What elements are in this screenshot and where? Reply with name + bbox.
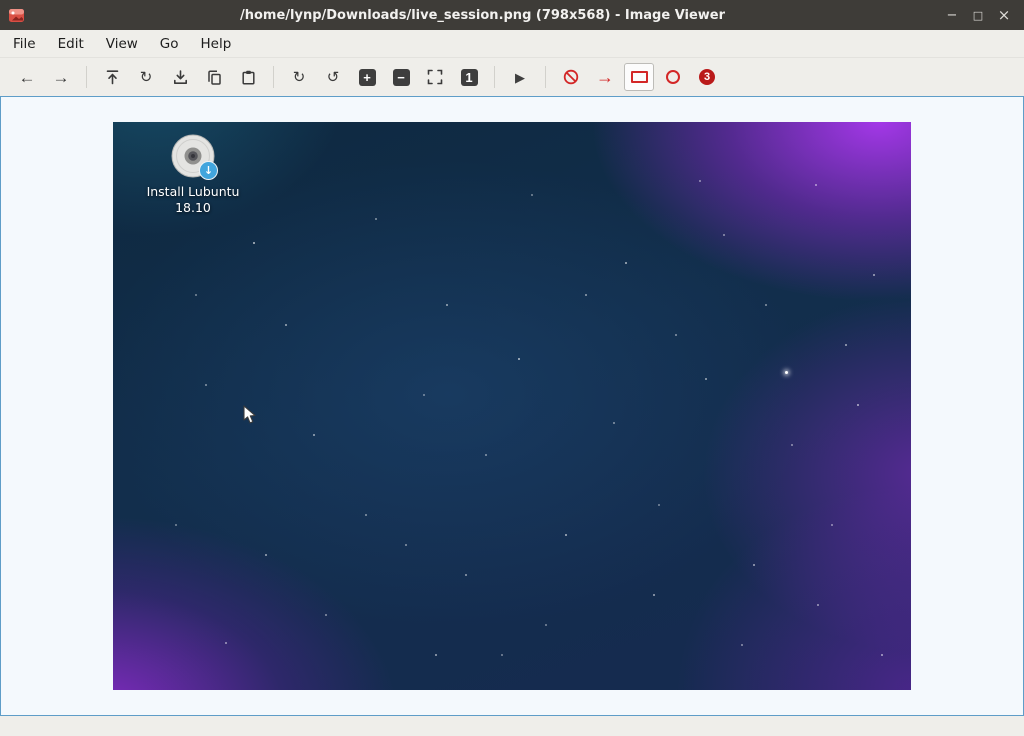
toolbar-separator xyxy=(86,66,87,88)
app-icon xyxy=(8,7,25,24)
slideshow-button[interactable]: ▶ xyxy=(505,63,535,91)
upload-icon xyxy=(104,69,121,86)
save-icon xyxy=(172,69,189,86)
no-draw-icon xyxy=(562,68,580,86)
circle-icon xyxy=(666,70,680,84)
close-button[interactable]: × xyxy=(992,4,1016,26)
status-bar xyxy=(0,716,1024,736)
mouse-cursor-icon xyxy=(243,405,257,425)
draw-circle-button[interactable] xyxy=(658,63,688,91)
titlebar: /home/lynp/Downloads/live_session.png (7… xyxy=(0,0,1024,30)
install-lubuntu-desktop-icon: ↓ Install Lubuntu 18.10 xyxy=(131,134,255,216)
draw-number-button[interactable]: 3 xyxy=(692,63,722,91)
toolbar: ← → ↻ xyxy=(0,58,1024,96)
previous-button[interactable]: ← xyxy=(12,63,42,91)
image-viewport[interactable]: ↓ Install Lubuntu 18.10 xyxy=(0,96,1024,716)
rotate-counterclockwise-button[interactable]: ↺ xyxy=(318,63,348,91)
toolbar-separator xyxy=(494,66,495,88)
toolbar-separator xyxy=(273,66,274,88)
desktop-icon-label-line1: Install Lubuntu xyxy=(147,184,240,200)
zoom-out-icon: − xyxy=(393,69,410,86)
paste-button[interactable] xyxy=(233,63,263,91)
menu-file[interactable]: File xyxy=(2,30,47,57)
original-size-icon: 1 xyxy=(461,69,478,86)
arrow-right-icon: → xyxy=(53,69,70,86)
play-icon: ▶ xyxy=(515,71,525,84)
zoom-in-button[interactable]: + xyxy=(352,63,382,91)
image-canvas[interactable]: ↓ Install Lubuntu 18.10 xyxy=(113,122,911,690)
window-controls: − □ × xyxy=(940,4,1016,26)
rotate-clockwise-icon: ↻ xyxy=(293,70,306,85)
disc-icon: ↓ xyxy=(171,134,215,178)
window-title: /home/lynp/Downloads/live_session.png (7… xyxy=(25,8,940,23)
rotate-counterclockwise-icon: ↺ xyxy=(327,70,340,85)
desktop-icon-label-line2: 18.10 xyxy=(175,200,211,216)
reload-button[interactable]: ↻ xyxy=(131,63,161,91)
download-badge-icon: ↓ xyxy=(199,161,218,180)
next-button[interactable]: → xyxy=(46,63,76,91)
menu-go[interactable]: Go xyxy=(149,30,190,57)
zoom-out-button[interactable]: − xyxy=(386,63,416,91)
maximize-button[interactable]: □ xyxy=(966,4,990,26)
draw-rectangle-button[interactable] xyxy=(624,63,654,91)
fit-window-button[interactable] xyxy=(420,63,450,91)
menu-view[interactable]: View xyxy=(95,30,149,57)
paste-icon xyxy=(240,69,257,86)
fit-window-icon xyxy=(426,68,444,86)
copy-icon xyxy=(206,69,223,86)
draw-none-button[interactable] xyxy=(556,63,586,91)
wallpaper-bright-star xyxy=(785,371,788,374)
minimize-button[interactable]: − xyxy=(940,4,964,26)
red-arrow-icon: → xyxy=(596,68,614,86)
number-badge-icon: 3 xyxy=(699,69,715,85)
original-size-button[interactable]: 1 xyxy=(454,63,484,91)
open-file-button[interactable] xyxy=(97,63,127,91)
arrow-left-icon: ← xyxy=(19,69,36,86)
zoom-in-icon: + xyxy=(359,69,376,86)
toolbar-separator xyxy=(545,66,546,88)
draw-arrow-button[interactable]: → xyxy=(590,63,620,91)
menu-edit[interactable]: Edit xyxy=(47,30,95,57)
save-button[interactable] xyxy=(165,63,195,91)
rotate-clockwise-button[interactable]: ↻ xyxy=(284,63,314,91)
menubar: File Edit View Go Help xyxy=(0,30,1024,58)
refresh-icon: ↻ xyxy=(140,70,153,85)
rectangle-icon xyxy=(631,71,648,83)
menu-help[interactable]: Help xyxy=(190,30,243,57)
copy-button[interactable] xyxy=(199,63,229,91)
